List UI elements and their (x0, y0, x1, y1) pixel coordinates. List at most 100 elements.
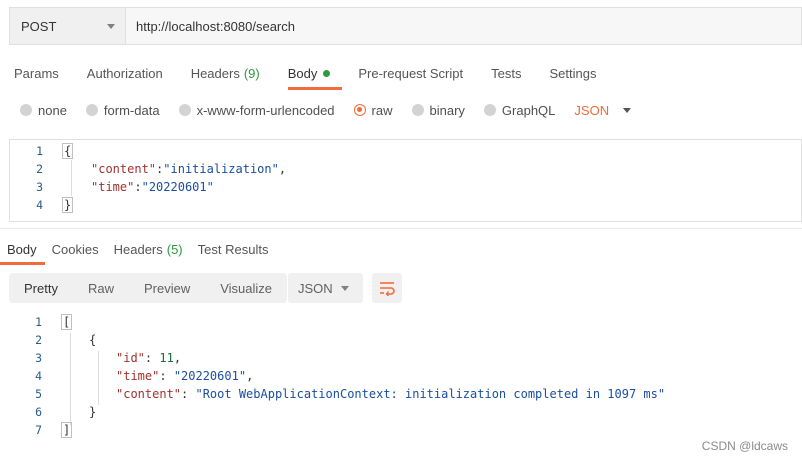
tab-label: Params (14, 65, 59, 81)
json-key: "content" (116, 387, 182, 401)
code-line: 4 } (10, 196, 801, 214)
code-token: } (89, 405, 97, 419)
json-string: "initialization" (163, 162, 279, 176)
request-url-bar: POST (9, 7, 802, 45)
line-number: 7 (35, 423, 42, 437)
format-select[interactable]: JSON (288, 273, 363, 303)
watermark: CSDN @ldcaws (701, 439, 788, 453)
code-line: 4 "time": "20220601", (9, 367, 802, 385)
view-pretty-button[interactable]: Pretty (9, 273, 73, 303)
json-key: "content" (91, 162, 157, 176)
code-token: { (89, 333, 97, 347)
json-key: "id" (116, 351, 145, 365)
code-token: : (159, 369, 174, 383)
language-select[interactable]: JSON (574, 103, 632, 118)
line-number: 1 (36, 144, 43, 158)
code-token: : (144, 351, 160, 365)
response-tab-headers[interactable]: Headers (5) (107, 236, 191, 262)
radio-binary[interactable]: binary (411, 102, 465, 118)
radio-icon (483, 104, 496, 116)
radio-graphql[interactable]: GraphQL (483, 102, 556, 118)
json-key: "time" (91, 180, 135, 194)
tab-headers[interactable]: Headers (9) (177, 56, 274, 90)
tab-label: Pre-request Script (358, 65, 464, 81)
wrap-lines-button[interactable] (372, 273, 402, 303)
json-string: "20220601" (173, 369, 247, 383)
radio-form-data[interactable]: form-data (85, 103, 160, 118)
code-line: 3 "id": 11, (9, 349, 802, 367)
tab-tests[interactable]: Tests (477, 56, 535, 90)
tab-settings[interactable]: Settings (535, 56, 610, 90)
response-tab-body[interactable]: Body (0, 236, 45, 265)
method-label: POST (21, 18, 57, 34)
tab-label: Tests (491, 65, 522, 81)
json-string: "20220601" (141, 180, 214, 194)
radio-label: raw (371, 102, 393, 118)
view-preview-button[interactable]: Preview (129, 273, 205, 303)
radio-icon (85, 104, 98, 116)
radio-raw[interactable]: raw (353, 102, 393, 118)
line-number: 6 (35, 405, 42, 419)
request-body-editor[interactable]: 1 { 2 "content":"initialization", 3 "tim… (9, 139, 802, 222)
response-tab-cookies[interactable]: Cookies (45, 236, 107, 262)
json-string: "Root WebApplicationContext: initializat… (195, 387, 666, 401)
radio-label: binary (429, 102, 465, 118)
code-line: 2 { (9, 331, 802, 349)
radio-label: x-www-form-urlencoded (196, 102, 335, 118)
section-divider (0, 228, 802, 229)
chevron-down-icon (107, 23, 115, 29)
code-line: 6 } (9, 403, 802, 421)
tab-label: Body (287, 65, 318, 81)
radio-label: GraphQL (501, 102, 556, 118)
url-input[interactable] (126, 8, 801, 44)
tab-label: Authorization (86, 65, 163, 81)
radio-icon (411, 104, 424, 116)
code-token: , (173, 351, 182, 365)
tab-body[interactable]: Body (274, 56, 345, 90)
json-number: 11 (159, 351, 174, 365)
chevron-down-icon (623, 107, 632, 113)
tab-label: Headers (113, 241, 163, 257)
radio-urlencoded[interactable]: x-www-form-urlencoded (178, 102, 335, 118)
code-token: [ (61, 314, 73, 330)
response-tabs: Body Cookies Headers (5) Test Results (0, 236, 277, 265)
body-type-selector: none form-data x-www-form-urlencoded raw… (20, 100, 632, 120)
tab-label: Headers (190, 65, 240, 81)
tab-pre-request-script[interactable]: Pre-request Script (344, 56, 477, 90)
line-number: 3 (36, 180, 43, 194)
line-number: 1 (35, 315, 42, 329)
tab-label: Test Results (197, 241, 269, 257)
tab-params[interactable]: Params (0, 56, 73, 90)
code-line: 5 "content": "Root WebApplicationContext… (9, 385, 802, 403)
view-raw-button[interactable]: Raw (73, 273, 129, 303)
format-label: JSON (298, 280, 333, 296)
code-token: ] (61, 422, 73, 438)
line-number: 5 (35, 387, 42, 401)
radio-icon (20, 104, 32, 116)
method-select[interactable]: POST (10, 8, 126, 44)
code-line: 7 ] (9, 421, 802, 439)
view-visualize-button[interactable]: Visualize (205, 273, 287, 303)
modified-dot-icon (323, 69, 331, 77)
code-line: 1 { (10, 142, 801, 160)
line-number: 2 (36, 162, 43, 176)
view-mode-group: Pretty Raw Preview Visualize (9, 273, 288, 303)
code-token: , (246, 369, 254, 383)
line-number: 2 (35, 333, 42, 347)
chevron-down-icon (341, 285, 349, 291)
code-token: { (62, 143, 74, 159)
code-line: 3 "time":"20220601" (10, 178, 801, 196)
line-number: 3 (35, 351, 42, 365)
line-number: 4 (35, 369, 42, 383)
code-line: 1 [ (9, 313, 802, 331)
tab-authorization[interactable]: Authorization (73, 56, 177, 90)
response-body-viewer: 1 [ 2 { 3 "id": 11, 4 "time": "20220601"… (9, 313, 802, 439)
radio-none[interactable]: none (20, 103, 67, 118)
tab-label: Body (7, 241, 37, 257)
code-token: : (181, 387, 196, 401)
tab-label: Settings (549, 65, 597, 81)
response-tab-test-results[interactable]: Test Results (191, 236, 277, 262)
headers-count: (9) (243, 65, 260, 81)
radio-icon (178, 104, 191, 116)
code-line: 2 "content":"initialization", (10, 160, 801, 178)
